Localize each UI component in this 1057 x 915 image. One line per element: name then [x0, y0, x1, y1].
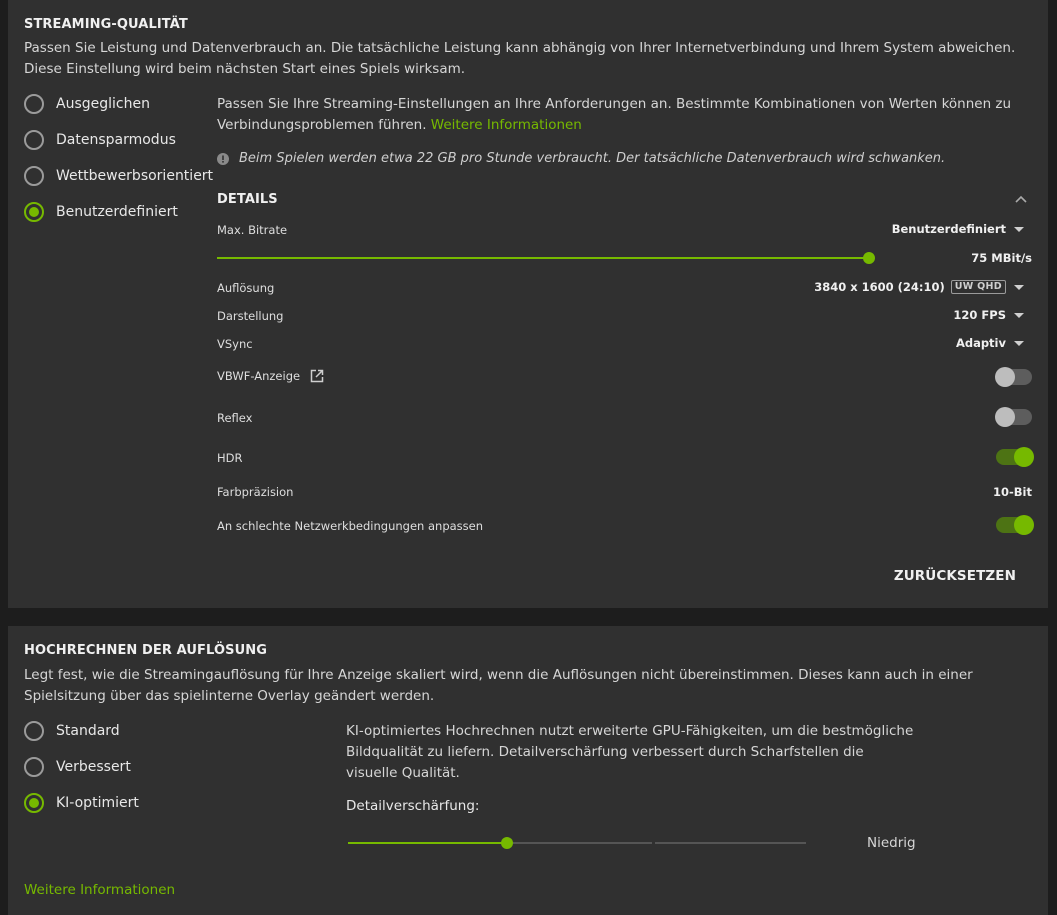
toggle-knob [1014, 447, 1034, 467]
upscaling-option-label: Verbessert [56, 759, 131, 775]
upscaling-radio-ki-optimiert[interactable]: KI-optimiert [24, 793, 139, 813]
preset-radio-wettbewerbsorientiert[interactable]: Wettbewerbsorientiert [24, 166, 213, 186]
reflex-label: Reflex [217, 411, 253, 425]
bitrate-value: 75 MBit/s [971, 251, 1032, 265]
preset-radio-benutzerdefiniert[interactable]: Benutzerdefiniert [24, 202, 178, 222]
bitrate-label: Max. Bitrate [217, 223, 288, 237]
display-label: Darstellung [217, 309, 284, 323]
preset-radio-ausgeglichen[interactable]: Ausgeglichen [24, 94, 150, 114]
bitrate-mode-dropdown[interactable]: Benutzerdefiniert [892, 222, 1024, 236]
chevron-up-icon[interactable] [1015, 195, 1027, 203]
bitrate-mode-value: Benutzerdefiniert [891, 222, 1006, 236]
bitrate-slider[interactable] [217, 251, 875, 265]
vbwf-toggle[interactable] [995, 367, 1032, 387]
vbwf-label: VBWF-Anzeige [217, 369, 301, 383]
upscaling-panel: HOCHRECHNEN DER AUFLÖSUNG Legt fest, wie… [8, 626, 1048, 915]
color-precision-label: Farbpräzision [217, 485, 294, 499]
preset-radio-datensparmodus[interactable]: Datensparmodus [24, 130, 176, 150]
resolution-badge: UW QHD [950, 280, 1006, 294]
color-precision-value: 10-Bit [993, 485, 1032, 499]
radio-circle-icon [24, 721, 44, 741]
vsync-dropdown[interactable]: Adaptiv [956, 336, 1024, 350]
custom-settings-description: Passen Sie Ihre Streaming-Einstellungen … [217, 96, 1012, 133]
upscaling-more-info-link[interactable]: Weitere Informationen [24, 882, 175, 898]
upscaling-option-label: Standard [56, 723, 120, 739]
chevron-down-icon [1014, 284, 1024, 290]
hdr-label: HDR [217, 451, 243, 465]
sharpen-slider-segment [655, 842, 806, 844]
sharpen-label: Detailverschärfung: [346, 798, 480, 814]
bitrate-slider-fill [217, 257, 869, 259]
data-usage-note: Beim Spielen werden etwa 22 GB pro Stund… [217, 151, 945, 166]
data-usage-text: Beim Spielen werden etwa 22 GB pro Stund… [239, 151, 946, 166]
preset-label: Wettbewerbsorientiert [56, 168, 214, 184]
chevron-down-icon [1014, 226, 1024, 232]
vsync-label: VSync [217, 337, 253, 351]
radio-selected-icon [24, 202, 44, 222]
radio-circle-icon [24, 130, 44, 150]
upscaling-option-label: KI-optimiert [56, 795, 139, 811]
details-title: DETAILS [217, 192, 278, 207]
toggle-knob [995, 407, 1015, 427]
radio-circle-icon [24, 94, 44, 114]
reset-button[interactable]: ZURÜCKSETZEN [894, 568, 1016, 584]
upscaling-radio-verbessert[interactable]: Verbessert [24, 757, 131, 777]
sharpen-slider[interactable] [348, 836, 806, 850]
streaming-quality-title: STREAMING-QUALITÄT [24, 17, 188, 32]
resolution-label: Auflösung [217, 281, 275, 295]
hdr-toggle[interactable] [996, 447, 1034, 467]
chevron-down-icon [1014, 340, 1024, 346]
sharpen-slider-fill [348, 842, 507, 844]
custom-settings-text: Passen Sie Ihre Streaming-Einstellungen … [217, 94, 1017, 136]
chevron-down-icon [1014, 312, 1024, 318]
sharpen-value: Niedrig [867, 835, 916, 851]
display-dropdown[interactable]: 120 FPS [953, 308, 1024, 322]
sharpen-slider-thumb[interactable] [501, 837, 513, 849]
info-icon [217, 152, 229, 165]
toggle-knob [995, 367, 1015, 387]
network-adapt-label: An schlechte Netzwerkbedingungen anpasse… [217, 519, 484, 533]
upscaling-title: HOCHRECHNEN DER AUFLÖSUNG [24, 643, 267, 658]
radio-circle-icon [24, 166, 44, 186]
network-adapt-toggle[interactable] [996, 515, 1034, 535]
resolution-value: 3840 x 1600 (24:10) [814, 280, 945, 294]
reflex-toggle[interactable] [995, 407, 1032, 427]
ai-upscaling-text: KI-optimiertes Hochrechnen nutzt erweite… [346, 723, 914, 781]
toggle-knob [1014, 515, 1034, 535]
radio-selected-icon [24, 793, 44, 813]
display-value: 120 FPS [953, 308, 1006, 322]
more-info-link[interactable]: Weitere Informationen [431, 117, 582, 133]
upscaling-radio-standard[interactable]: Standard [24, 721, 120, 741]
vbwf-row: VBWF-Anzeige [217, 369, 324, 383]
resolution-dropdown[interactable]: 3840 x 1600 (24:10) UW QHD [814, 280, 1024, 294]
vsync-value: Adaptiv [955, 336, 1006, 350]
preset-label: Ausgeglichen [56, 96, 150, 112]
preset-label: Benutzerdefiniert [56, 204, 178, 220]
bitrate-slider-thumb[interactable] [863, 252, 875, 264]
preset-label: Datensparmodus [56, 132, 176, 148]
upscaling-description: Legt fest, wie die Streamingauflösung fü… [24, 667, 973, 704]
streaming-quality-description: Passen Sie Leistung und Datenverbrauch a… [24, 40, 1016, 77]
radio-circle-icon [24, 757, 44, 777]
streaming-quality-panel: STREAMING-QUALITÄT Passen Sie Leistung u… [8, 0, 1048, 608]
external-link-icon[interactable] [310, 369, 324, 383]
